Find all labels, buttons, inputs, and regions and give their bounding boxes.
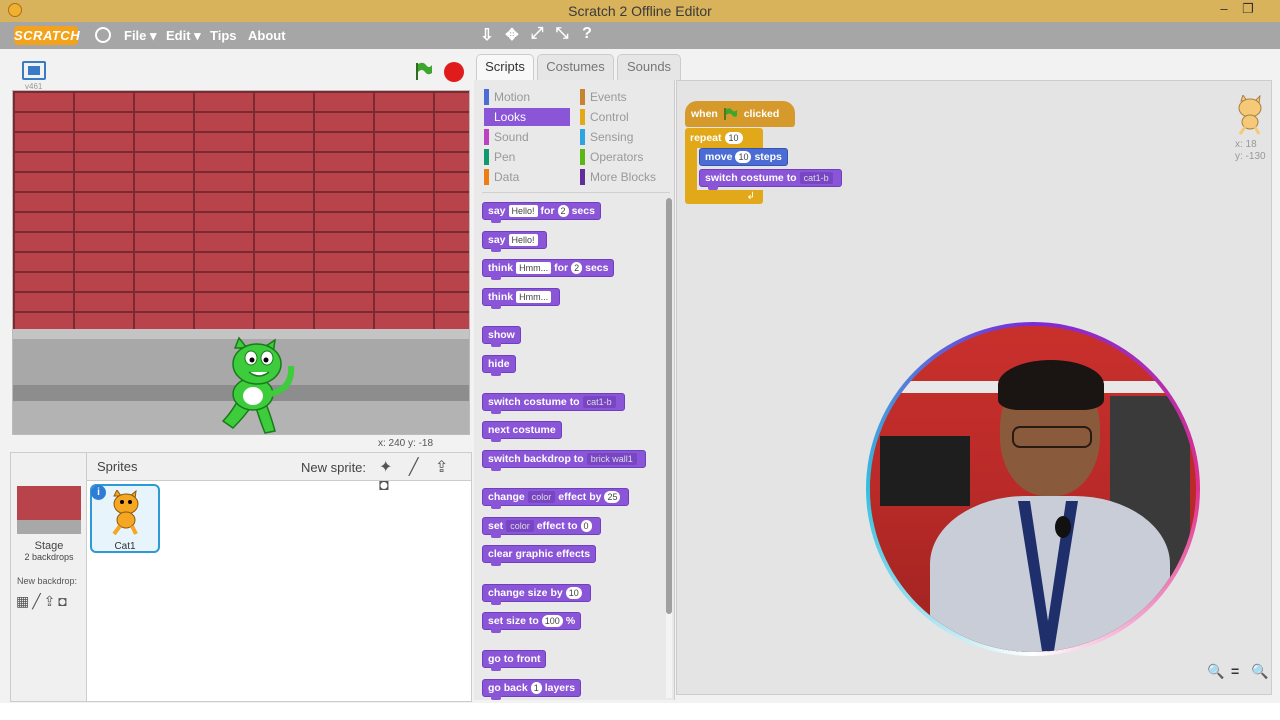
cat-thumbnail xyxy=(112,490,139,536)
block-say-for-secs[interactable]: say Hello! for 2 secs xyxy=(482,202,601,223)
category-more-blocks[interactable]: More Blocks xyxy=(580,168,656,186)
category-data[interactable]: Data xyxy=(484,168,519,186)
block-think[interactable]: think Hmm... xyxy=(482,288,561,309)
sprite-card-cat1[interactable]: i Cat1 xyxy=(90,484,160,553)
when-flag-clicked-block[interactable]: when clicked xyxy=(685,101,795,127)
menu-tips[interactable]: Tips xyxy=(210,28,237,43)
tab-sounds[interactable]: Sounds xyxy=(617,54,681,80)
grow-icon[interactable]: ⤢ xyxy=(528,25,546,43)
menu-edit[interactable]: Edit ▾ xyxy=(166,28,201,44)
webcam-overlay xyxy=(866,322,1200,656)
duplicate-stamp-icon[interactable]: ⇩ xyxy=(478,25,496,45)
scrollbar-thumb[interactable] xyxy=(666,198,672,614)
brick-wall-backdrop xyxy=(13,91,469,329)
block-clear-graphic-effects[interactable]: clear graphic effects xyxy=(482,545,597,566)
sprites-title: Sprites xyxy=(97,459,138,474)
sprite-info-icon[interactable]: i xyxy=(91,485,106,500)
category-events[interactable]: Events xyxy=(580,88,627,106)
block-go-to-front[interactable]: go to front xyxy=(482,650,547,671)
palette-divider xyxy=(482,192,670,193)
block-switch-backdrop[interactable]: switch backdrop to brick wall1 xyxy=(482,450,646,471)
presentation-mode-icon[interactable] xyxy=(22,61,46,80)
stage-thumbnail[interactable] xyxy=(17,486,81,534)
loop-arrow-icon: ↲ xyxy=(685,190,763,204)
zoom-reset-icon[interactable]: = xyxy=(1231,663,1239,679)
sprite-name: Cat1 xyxy=(114,541,136,552)
new-sprite-label: New sprite: xyxy=(301,460,367,475)
current-sprite-icon xyxy=(1238,95,1262,135)
stop-icon[interactable] xyxy=(444,62,464,82)
stage-canvas[interactable] xyxy=(12,90,470,435)
stage-header: v461 xyxy=(10,55,472,91)
restore-button[interactable]: ❐ xyxy=(1238,1,1258,17)
block-hide[interactable]: hide xyxy=(482,355,516,376)
palette-scrollbar[interactable] xyxy=(666,198,672,698)
mouse-coordinates: x: 240 y: -18 xyxy=(378,438,434,449)
block-switch-costume[interactable]: switch costume to cat1-b xyxy=(482,393,625,414)
tab-costumes[interactable]: Costumes xyxy=(537,54,614,80)
block-go-back-layers[interactable]: go back 1 layers xyxy=(482,679,582,700)
stage-backdrop-count: 2 backdrops xyxy=(24,552,74,562)
language-globe-icon[interactable] xyxy=(95,27,111,43)
category-motion[interactable]: Motion xyxy=(484,88,530,106)
green-flag-icon[interactable] xyxy=(414,61,434,81)
cat-sprite[interactable] xyxy=(213,336,303,435)
zoom-in-icon[interactable]: 🔍 xyxy=(1251,663,1268,680)
category-looks[interactable]: Looks xyxy=(484,108,570,126)
menu-bar: SCRATCH File ▾ Edit ▾ Tips About ⇩ ✥ ⤢ ⤡… xyxy=(0,22,1280,49)
block-change-size[interactable]: change size by 10 xyxy=(482,584,591,605)
shrink-icon[interactable]: ⤡ xyxy=(553,25,571,43)
move-steps-block[interactable]: move 10 steps xyxy=(699,148,788,166)
menu-about[interactable]: About xyxy=(248,28,286,43)
bottom-strip xyxy=(0,703,1280,720)
block-change-effect[interactable]: change color effect by 25 xyxy=(482,488,630,509)
block-set-effect[interactable]: set color effect to 0 xyxy=(482,517,601,538)
category-pen[interactable]: Pen xyxy=(484,148,515,166)
new-sprite-icons[interactable]: ✦ ╱ ⇪ ◘ xyxy=(379,457,471,495)
sprites-header: Sprites New sprite: ✦ ╱ ⇪ ◘ xyxy=(87,453,471,494)
sprite-y: y: -130 xyxy=(1235,151,1266,162)
block-show[interactable]: show xyxy=(482,326,521,347)
green-flag-icon xyxy=(724,108,737,121)
block-think-for-secs[interactable]: think Hmm... for 2 secs xyxy=(482,259,615,280)
switch-costume-block[interactable]: switch costume to cat1-b xyxy=(699,169,842,190)
window-title: Scratch 2 Offline Editor xyxy=(568,3,712,19)
category-control[interactable]: Control xyxy=(580,108,629,126)
window-title-bar: Scratch 2 Offline Editor – ❐ xyxy=(0,0,1280,22)
tab-scripts[interactable]: Scripts xyxy=(476,54,534,81)
stage-label: Stage xyxy=(34,540,64,552)
block-next-costume[interactable]: next costume xyxy=(482,421,562,442)
block-say[interactable]: say Hello! xyxy=(482,231,547,252)
category-operators[interactable]: Operators xyxy=(580,148,643,166)
repeat-block[interactable]: repeat 10 ↲ xyxy=(685,128,763,206)
new-backdrop-label: New backdrop: xyxy=(17,576,78,586)
category-sensing[interactable]: Sensing xyxy=(580,128,633,146)
block-palette: Motion Looks Sound Pen Data Events Contr… xyxy=(474,80,675,700)
minimize-button[interactable]: – xyxy=(1214,1,1234,16)
stage-column: Stage 2 backdrops New backdrop: ▦╱⇪◘ xyxy=(11,453,87,701)
new-backdrop-icons[interactable]: ▦╱⇪◘ xyxy=(16,593,70,610)
cut-icon[interactable]: ✥ xyxy=(503,25,521,45)
zoom-out-icon[interactable]: 🔍 xyxy=(1207,663,1224,680)
menu-file[interactable]: File ▾ xyxy=(124,28,157,44)
sprite-x: x: 18 xyxy=(1235,139,1257,150)
scratch-logo[interactable]: SCRATCH xyxy=(14,26,80,45)
sprites-panel: Stage 2 backdrops New backdrop: ▦╱⇪◘ Spr… xyxy=(10,452,472,702)
block-set-size[interactable]: set size to 100% xyxy=(482,612,582,633)
help-icon[interactable]: ? xyxy=(578,25,596,43)
category-sound[interactable]: Sound xyxy=(484,128,529,146)
